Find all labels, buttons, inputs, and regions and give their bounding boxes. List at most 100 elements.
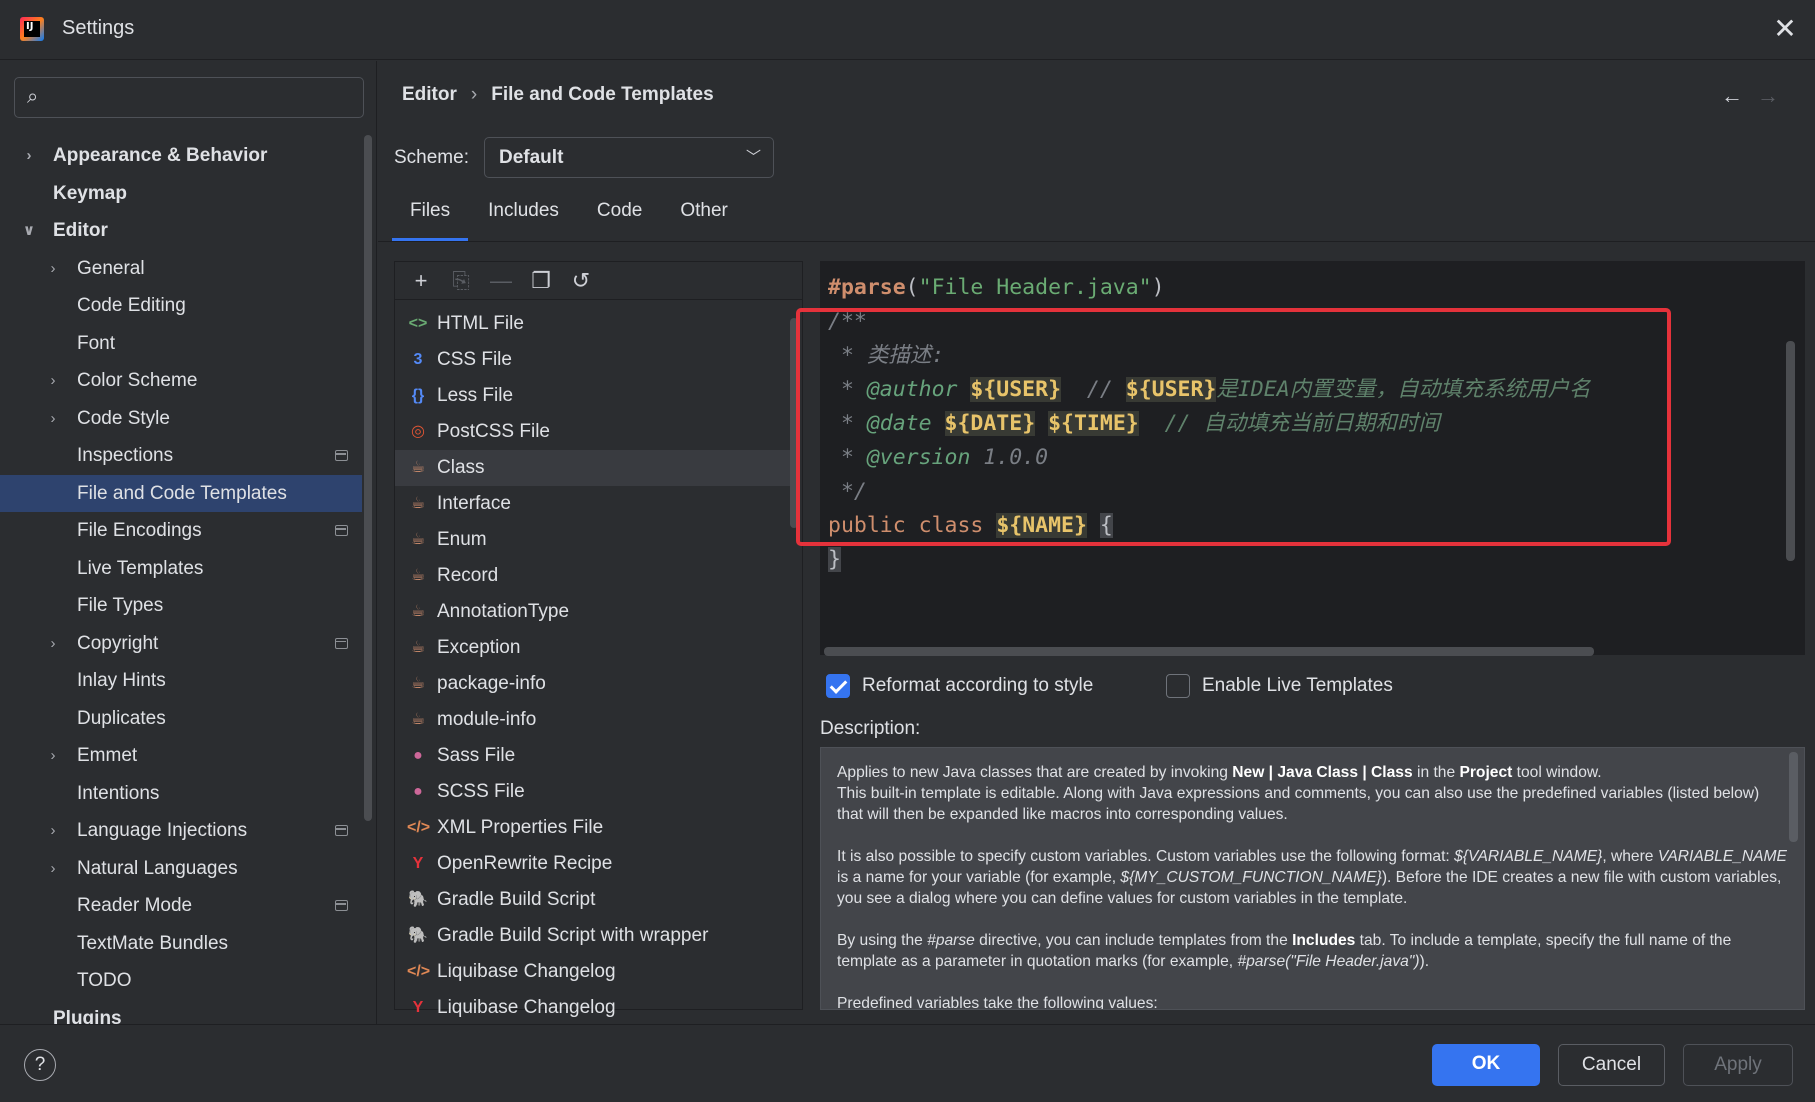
description-box: Applies to new Java classes that are cre… (820, 747, 1805, 1010)
list-item[interactable]: ☕ Enum (395, 522, 790, 558)
sidebar-item[interactable]: ∨ Editor (0, 212, 362, 250)
template-toolbar: + ⎘ — ❐ ↺ (395, 262, 802, 300)
list-item-label: Sass File (437, 745, 516, 766)
sidebar-item[interactable]: › Emmet (0, 737, 362, 775)
reformat-option[interactable]: Reformat according to style (826, 671, 1093, 701)
close-icon[interactable]: ✕ (1769, 14, 1801, 46)
sidebar-item[interactable]: Inlay Hints (0, 662, 362, 700)
sidebar-item-label: File Encodings (77, 520, 202, 541)
list-item-label: HTML File (437, 313, 524, 334)
chevron-right-icon[interactable]: › (22, 137, 36, 175)
ok-button[interactable]: OK (1432, 1044, 1540, 1086)
sidebar-item[interactable]: TextMate Bundles (0, 925, 362, 963)
editor-horizontal-scrollbar[interactable] (824, 647, 1594, 656)
list-item[interactable]: </> Liquibase Changelog (395, 954, 790, 990)
chevron-right-icon[interactable]: › (46, 362, 60, 400)
tab-files[interactable]: Files (392, 191, 469, 241)
list-item-label: PostCSS File (437, 421, 550, 442)
duplicate-icon[interactable]: ❐ (521, 265, 561, 297)
list-item[interactable]: ☕ Record (395, 558, 790, 594)
list-item[interactable]: ● Sass File (395, 738, 790, 774)
postcss-icon: ◎ (411, 423, 425, 440)
sidebar-item[interactable]: Intentions (0, 775, 362, 813)
tab-other[interactable]: Other (662, 191, 746, 241)
list-item[interactable]: ☕ Class (395, 450, 790, 486)
editor-vertical-scrollbar[interactable] (1786, 341, 1795, 561)
sidebar-item[interactable]: Font (0, 325, 362, 363)
sidebar-item[interactable]: File and Code Templates (0, 474, 362, 512)
description-label: Description: (820, 718, 921, 739)
settings-sidebar: ⌕ › Appearance & Behavior Keymap ∨ Editor › Ge… (0, 61, 377, 1029)
chevron-right-icon[interactable]: › (46, 625, 60, 663)
description-scrollbar[interactable] (1789, 752, 1798, 842)
sidebar-item[interactable]: Live Templates (0, 550, 362, 588)
sidebar-item[interactable]: › Natural Languages (0, 850, 362, 888)
sidebar-item[interactable]: › Appearance & Behavior (0, 137, 362, 175)
sidebar-item[interactable]: › General (0, 250, 362, 288)
breadcrumb-parent[interactable]: Editor (402, 84, 457, 105)
chevron-right-icon[interactable]: › (46, 400, 60, 438)
live-templates-option[interactable]: Enable Live Templates (1166, 671, 1393, 701)
sidebar-item[interactable]: Keymap (0, 175, 362, 213)
tab-code[interactable]: Code (579, 191, 660, 241)
intellij-logo-icon: IJ (20, 17, 44, 41)
search-box[interactable]: ⌕ (14, 77, 364, 118)
sidebar-item-label: Appearance & Behavior (53, 145, 268, 166)
list-item[interactable]: 3 CSS File (395, 342, 790, 378)
list-item[interactable]: ☕ Exception (395, 630, 790, 666)
list-item-label: Interface (437, 493, 511, 514)
forward-arrow-icon[interactable]: → (1757, 83, 1793, 108)
sidebar-item-label: Duplicates (77, 707, 166, 729)
list-item[interactable]: ● SCSS File (395, 774, 790, 810)
chevron-right-icon[interactable]: › (46, 250, 60, 288)
sidebar-item[interactable]: › Code Style (0, 400, 362, 438)
cancel-button[interactable]: Cancel (1558, 1044, 1665, 1086)
list-item[interactable]: ☕ AnnotationType (395, 594, 790, 630)
list-item[interactable]: </> XML Properties File (395, 810, 790, 846)
sidebar-scrollbar[interactable] (364, 135, 372, 821)
remove-icon[interactable]: — (481, 265, 521, 297)
tab-includes[interactable]: Includes (470, 191, 577, 241)
list-item[interactable]: ☕ package-info (395, 666, 790, 702)
sidebar-item[interactable]: Reader Mode (0, 887, 362, 925)
scheme-dropdown[interactable]: Default ﹀ (484, 137, 774, 178)
list-item[interactable]: 🐘 Gradle Build Script with wrapper (395, 918, 790, 954)
sidebar-item[interactable]: › Color Scheme (0, 362, 362, 400)
reformat-checkbox[interactable] (826, 674, 850, 698)
back-arrow-icon[interactable]: ← (1721, 83, 1757, 108)
list-item-label: AnnotationType (437, 601, 570, 622)
sidebar-item[interactable]: Inspections (0, 437, 362, 475)
list-item[interactable]: 🐘 Gradle Build Script (395, 882, 790, 918)
add-icon[interactable]: + (401, 265, 441, 297)
sidebar-item[interactable]: › Language Injections (0, 812, 362, 850)
list-item[interactable]: <> HTML File (395, 306, 790, 342)
live-templates-checkbox[interactable] (1166, 674, 1190, 698)
sidebar-item[interactable]: TODO (0, 962, 362, 1000)
project-level-icon (335, 525, 348, 536)
sidebar-item[interactable]: › Copyright (0, 625, 362, 663)
sidebar-item[interactable]: Duplicates (0, 700, 362, 738)
sidebar-item-label: File and Code Templates (77, 482, 287, 504)
apply-button[interactable]: Apply (1683, 1044, 1793, 1086)
sidebar-item-label: File Types (77, 595, 164, 616)
code-line: } (828, 547, 841, 572)
list-item[interactable]: ◎ PostCSS File (395, 414, 790, 450)
sidebar-item[interactable]: File Encodings (0, 512, 362, 550)
list-item[interactable]: ☕ Interface (395, 486, 790, 522)
sidebar-item-label: Language Injections (77, 820, 248, 841)
list-item[interactable]: Y OpenRewrite Recipe (395, 846, 790, 882)
sidebar-item[interactable]: Code Editing (0, 287, 362, 325)
chevron-right-icon[interactable]: › (46, 812, 60, 850)
list-item[interactable]: ☕ module-info (395, 702, 790, 738)
chevron-down-icon[interactable]: ∨ (22, 212, 36, 250)
list-item[interactable]: Y Liquibase Changelog (395, 990, 790, 1026)
search-input[interactable] (59, 84, 349, 112)
list-item[interactable]: {} Less File (395, 378, 790, 414)
reset-icon[interactable]: ↺ (561, 265, 601, 297)
chevron-right-icon[interactable]: › (46, 737, 60, 775)
copy-template-icon[interactable]: ⎘ (441, 265, 481, 297)
sidebar-item[interactable]: File Types (0, 587, 362, 625)
help-icon[interactable]: ? (24, 1049, 56, 1081)
chevron-right-icon[interactable]: › (46, 850, 60, 888)
java-cup-icon: ☕ (410, 531, 426, 548)
